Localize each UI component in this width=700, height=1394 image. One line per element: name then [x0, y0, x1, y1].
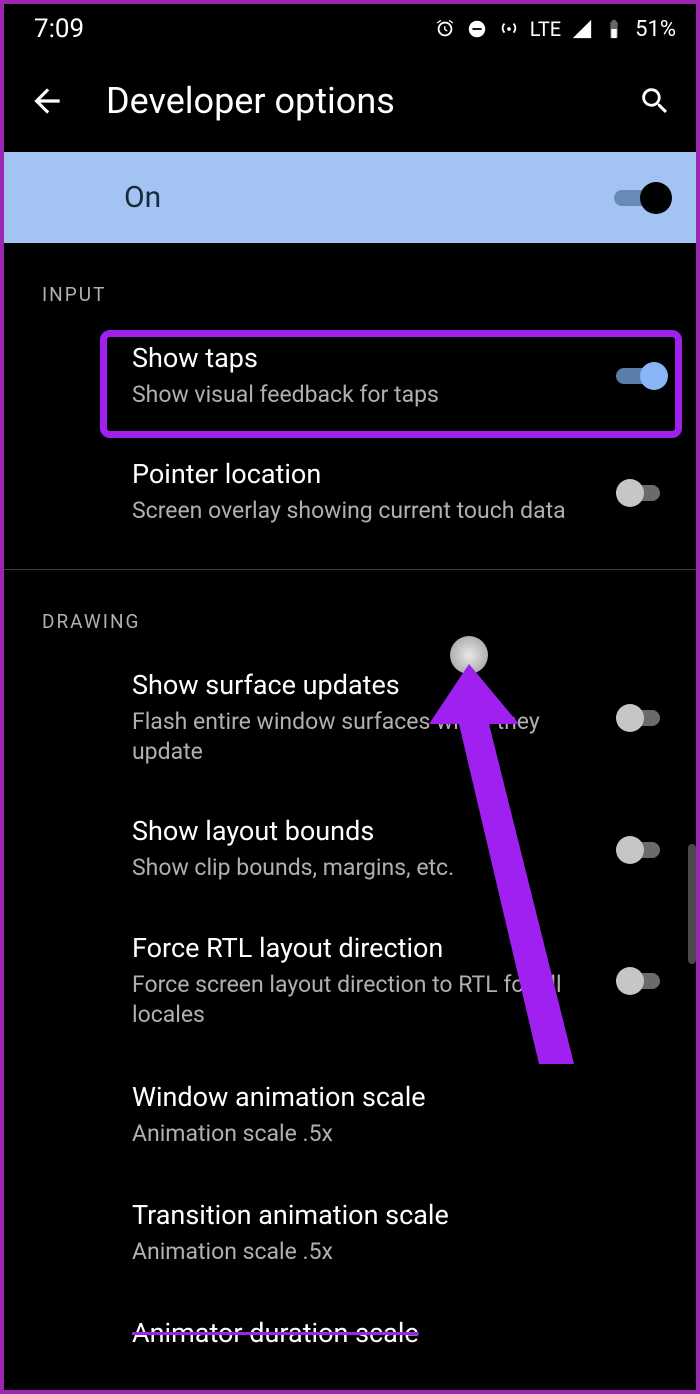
setting-title: Pointer location [132, 458, 598, 490]
section-header-input: INPUT [4, 243, 696, 324]
setting-pointer-location[interactable]: Pointer location Screen overlay showing … [4, 428, 696, 550]
setting-title: Show taps [132, 342, 598, 374]
back-icon[interactable] [28, 82, 66, 120]
battery-label: 51% [635, 17, 676, 42]
master-toggle-row[interactable]: On [4, 152, 696, 243]
status-bar: 7:09 LTE 51% [4, 4, 696, 50]
section-header-drawing: DRAWING [4, 570, 696, 651]
hotspot-icon [498, 18, 520, 40]
battery-icon [603, 18, 625, 40]
setting-subtitle: Screen overlay showing current touch dat… [132, 496, 598, 526]
signal-icon [571, 18, 593, 40]
master-toggle-switch[interactable] [614, 183, 666, 213]
setting-title: Show layout bounds [132, 815, 598, 847]
setting-subtitle: Show visual feedback for taps [132, 380, 598, 410]
scrollbar[interactable] [688, 844, 696, 964]
setting-subtitle: Animation scale .5x [132, 1119, 650, 1149]
page-title: Developer options [106, 80, 598, 122]
setting-layout-bounds[interactable]: Show layout bounds Show clip bounds, mar… [4, 785, 696, 901]
setting-title: Animator duration scale [132, 1317, 650, 1349]
setting-title: Force RTL layout direction [132, 932, 598, 964]
master-toggle-label: On [124, 180, 161, 215]
setting-show-taps[interactable]: Show taps Show visual feedback for taps [4, 324, 696, 428]
toggle-layout-bounds[interactable] [616, 835, 668, 865]
toggle-surface-updates[interactable] [616, 703, 668, 733]
setting-window-animation[interactable]: Window animation scale Animation scale .… [4, 1049, 696, 1167]
setting-subtitle: Animation scale .5x [132, 1237, 650, 1267]
search-icon[interactable] [638, 84, 672, 118]
setting-title: Window animation scale [132, 1081, 650, 1113]
setting-subtitle: Force screen layout direction to RTL for… [132, 970, 598, 1031]
setting-subtitle: Show clip bounds, margins, etc. [132, 853, 598, 883]
app-bar: Developer options [4, 50, 696, 152]
alarm-icon [434, 18, 456, 40]
toggle-show-taps[interactable] [616, 361, 668, 391]
dnd-icon [466, 18, 488, 40]
setting-subtitle: Flash entire window surfaces when they u… [132, 707, 598, 768]
network-label: LTE [530, 17, 561, 41]
toggle-pointer-location[interactable] [616, 478, 668, 508]
status-time: 7:09 [34, 14, 84, 44]
status-icons: LTE 51% [434, 17, 676, 42]
setting-title: Show surface updates [132, 669, 598, 701]
setting-surface-updates[interactable]: Show surface updates Flash entire window… [4, 651, 696, 786]
toggle-force-rtl[interactable] [616, 966, 668, 996]
setting-transition-animation[interactable]: Transition animation scale Animation sca… [4, 1167, 696, 1285]
setting-title: Transition animation scale [132, 1199, 650, 1231]
setting-animator-duration[interactable]: Animator duration scale [4, 1285, 696, 1373]
setting-force-rtl[interactable]: Force RTL layout direction Force screen … [4, 902, 696, 1049]
